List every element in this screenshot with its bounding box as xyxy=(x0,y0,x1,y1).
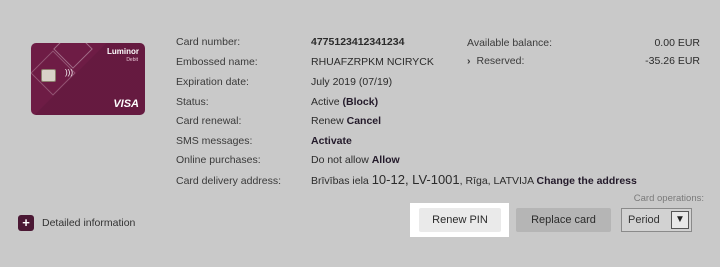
allow-online-link[interactable]: Allow xyxy=(372,154,400,166)
online-purchases-text: Do not allow xyxy=(311,154,369,166)
card-sub: Debit xyxy=(126,57,138,63)
contactless-icon: ))) xyxy=(65,68,73,77)
online-purchases-label: Online purchases: xyxy=(176,154,261,166)
expiration-label: Expiration date: xyxy=(176,76,249,88)
card-operations-label: Card operations: xyxy=(633,193,704,204)
sms-value: Activate xyxy=(311,135,352,147)
card-number-value: 4775123412341234 xyxy=(311,36,405,48)
replace-card-button[interactable]: Replace card xyxy=(516,208,611,232)
renew-pin-button[interactable]: Renew PIN xyxy=(419,208,501,232)
delivery-address-value: Brīvības iela 10-12, LV-1001, Rīga, LATV… xyxy=(311,172,637,187)
expiration-value: July 2019 (07/19) xyxy=(311,76,393,88)
detailed-info-toggle[interactable]: + Detailed information xyxy=(18,215,135,231)
online-purchases-value: Do not allow Allow xyxy=(311,154,400,166)
embossed-name-label: Embossed name: xyxy=(176,56,258,68)
address-city: , Rīga, LATVIJA xyxy=(459,175,534,187)
renewal-label: Card renewal: xyxy=(176,115,242,127)
reserved-toggle[interactable]: › Reserved: xyxy=(467,55,524,67)
sms-label: SMS messages: xyxy=(176,135,253,147)
card-image: Luminor Debit ))) VISA xyxy=(31,43,145,115)
card-brand: Luminor xyxy=(107,47,139,56)
cancel-renewal-link[interactable]: Cancel xyxy=(347,115,381,127)
address-street: Brīvības iela xyxy=(311,175,369,187)
embossed-name-value: RHUAFZRPKM NCIRYCK xyxy=(311,56,434,68)
available-balance-value: 0.00 EUR xyxy=(654,37,700,49)
address-number: 10-12, LV-1001 xyxy=(371,172,460,187)
card-number-label: Card number: xyxy=(176,36,241,48)
renew-pin-highlight: Renew PIN xyxy=(410,203,509,237)
delivery-address-label: Card delivery address: xyxy=(176,175,282,187)
renewal-text: Renew xyxy=(311,115,344,127)
chip-icon xyxy=(41,69,56,82)
available-balance-label: Available balance: xyxy=(467,37,553,49)
plus-icon: + xyxy=(18,215,34,231)
activate-sms-link[interactable]: Activate xyxy=(311,135,352,147)
detailed-info-label: Detailed information xyxy=(42,217,136,229)
chevron-down-icon[interactable]: ▼ xyxy=(671,211,689,229)
card-operations-select[interactable]: Period ▼ xyxy=(621,208,692,232)
status-value: Active (Block) xyxy=(311,96,378,108)
visa-logo: VISA xyxy=(113,98,139,110)
card-operations-selected: Period xyxy=(628,214,660,226)
reserved-label: Reserved: xyxy=(476,55,525,67)
renewal-value: Renew Cancel xyxy=(311,115,381,127)
block-link[interactable]: (Block) xyxy=(343,96,379,108)
status-text: Active xyxy=(311,96,340,108)
chevron-right-icon: › xyxy=(467,55,471,67)
reserved-value: -35.26 EUR xyxy=(645,55,700,67)
change-address-link[interactable]: Change the address xyxy=(537,175,637,187)
status-label: Status: xyxy=(176,96,209,108)
